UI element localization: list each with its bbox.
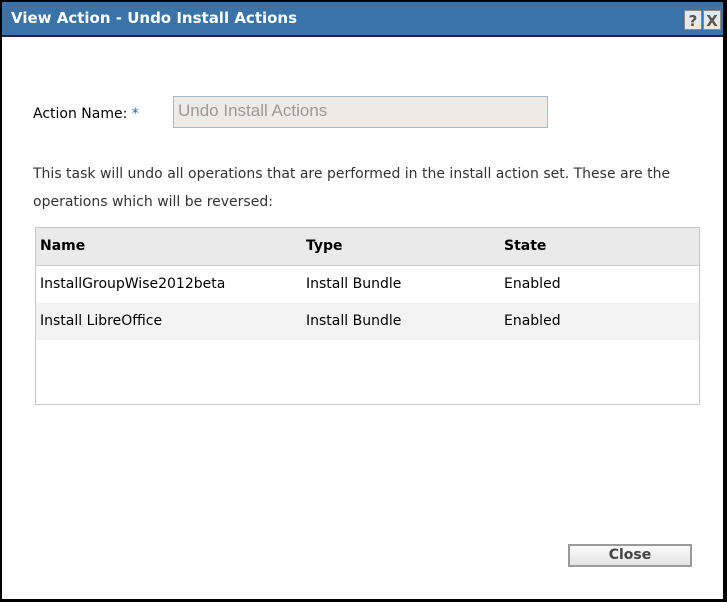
required-marker: * (131, 106, 139, 122)
help-icon[interactable]: ? (684, 10, 702, 30)
cell-state: Enabled (504, 313, 561, 329)
column-header-state[interactable]: State (504, 238, 546, 254)
table-header: Name Type State (36, 228, 699, 266)
cell-type: Install Bundle (306, 313, 402, 329)
cell-name: Install LibreOffice (40, 313, 163, 329)
description-text: This task will undo all operations that … (33, 166, 671, 210)
title-bar[interactable]: View Action - Undo Install Actions ? X (2, 2, 723, 37)
table-row[interactable]: InstallGroupWise2012beta Install Bundle … (36, 266, 699, 303)
action-name-label: Action Name: * (33, 106, 139, 122)
cell-state: Enabled (504, 276, 561, 292)
column-header-name[interactable]: Name (40, 238, 85, 254)
table-row[interactable]: Install LibreOffice Install Bundle Enabl… (36, 303, 699, 340)
close-icon[interactable]: X (703, 10, 721, 30)
column-header-type[interactable]: Type (306, 238, 343, 254)
dialog-title: View Action - Undo Install Actions (11, 9, 298, 27)
cell-name: InstallGroupWise2012beta (40, 276, 226, 292)
cell-type: Install Bundle (306, 276, 402, 292)
view-action-dialog: View Action - Undo Install Actions ? X A… (2, 2, 723, 599)
action-name-field[interactable]: Undo Install Actions (173, 96, 548, 128)
close-button[interactable]: Close (568, 544, 692, 567)
action-name-label-text: Action Name: (33, 106, 128, 122)
operations-table: Name Type State InstallGroupWise2012beta… (35, 227, 700, 405)
